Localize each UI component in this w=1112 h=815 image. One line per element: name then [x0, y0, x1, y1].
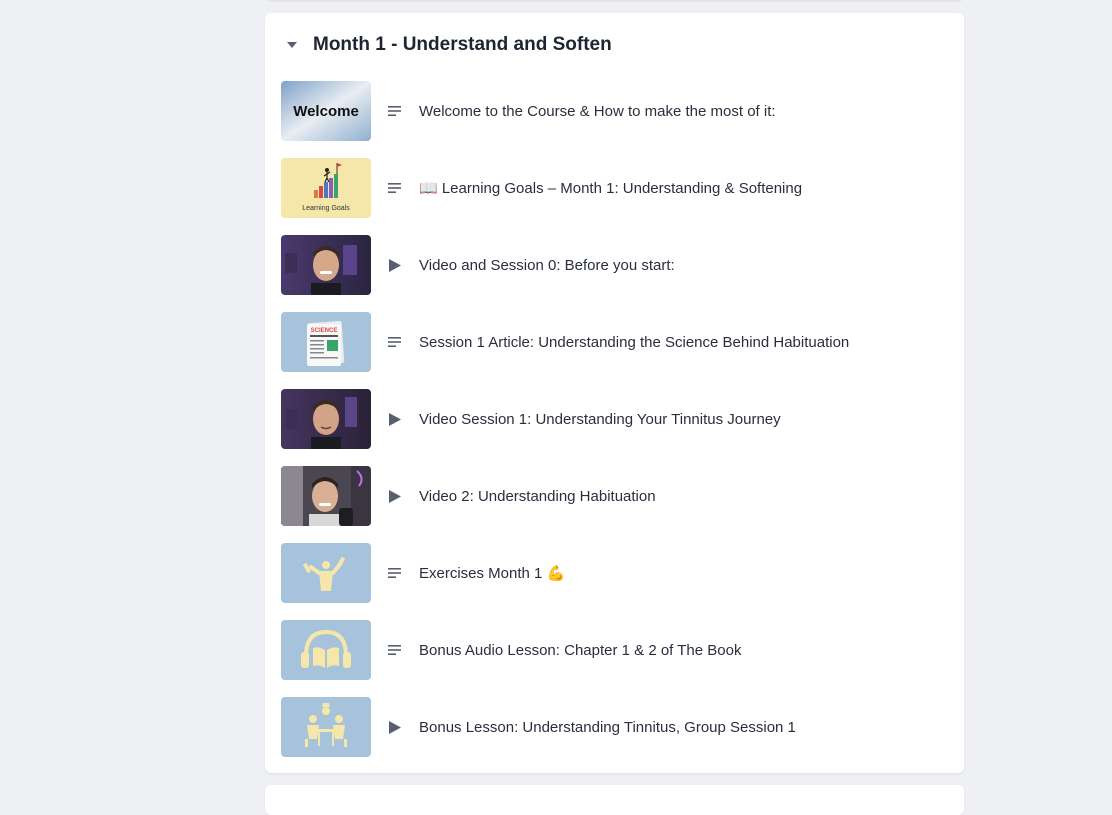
lesson-item-exercises[interactable]: Exercises Month 1 💪 [281, 543, 951, 603]
lesson-title: Video 2: Understanding Habituation [419, 487, 656, 505]
lesson-item-welcome[interactable]: Welcome Welcome to the Course & How to m… [281, 81, 951, 141]
thumbnail-learning-goals: Learning Goals [281, 158, 371, 218]
thumbnail-headphones-book [281, 620, 371, 680]
next-section-card [265, 785, 964, 815]
lesson-title: Video Session 1: Understanding Your Tinn… [419, 410, 781, 428]
lesson-list: Welcome Welcome to the Course & How to m… [281, 81, 951, 774]
lesson-item-video-session-0[interactable]: Video and Session 0: Before you start: [281, 235, 951, 295]
play-icon [387, 257, 403, 273]
play-icon [387, 719, 403, 735]
text-lesson-icon [387, 103, 403, 119]
caret-down-icon[interactable] [285, 38, 299, 52]
text-lesson-icon [387, 180, 403, 196]
lesson-title: 📖 Learning Goals – Month 1: Understandin… [419, 180, 803, 197]
play-icon [387, 488, 403, 504]
lesson-title: Exercises Month 1 💪 [419, 565, 566, 582]
text-lesson-icon [387, 565, 403, 581]
section-title: Month 1 - Understand and Soften [313, 34, 612, 55]
lesson-item-science-article[interactable]: SCIENCE Session 1 Article: Understanding… [281, 312, 951, 372]
lesson-title: Welcome to the Course & How to make the … [419, 102, 776, 120]
lesson-item-video-session-1[interactable]: Video Session 1: Understanding Your Tinn… [281, 389, 951, 449]
lesson-title: Bonus Audio Lesson: Chapter 1 & 2 of The… [419, 641, 742, 659]
thumbnail-dumbbell-person [281, 543, 371, 603]
thumbnail-group-table [281, 697, 371, 757]
text-lesson-icon [387, 334, 403, 350]
lesson-item-learning-goals[interactable]: Learning Goals 📖 Learning Goals – Month … [281, 158, 951, 218]
thumbnail-presenter-photo [281, 235, 371, 295]
thumbnail-newspaper: SCIENCE [281, 312, 371, 372]
thumbnail-welcome: Welcome [281, 81, 371, 141]
text-lesson-icon [387, 642, 403, 658]
thumbnail-welcome-text: Welcome [293, 103, 359, 120]
lesson-item-bonus-audio[interactable]: Bonus Audio Lesson: Chapter 1 & 2 of The… [281, 620, 951, 680]
lesson-item-video-2[interactable]: Video 2: Understanding Habituation [281, 466, 951, 526]
lesson-item-bonus-group-session[interactable]: Bonus Lesson: Understanding Tinnitus, Gr… [281, 697, 951, 757]
thumbnail-newspaper-text: SCIENCE [311, 328, 338, 334]
section-card-month-1: Month 1 - Understand and Soften Welcome [265, 13, 964, 773]
play-icon [387, 411, 403, 427]
lesson-title: Session 1 Article: Understanding the Sci… [419, 333, 850, 351]
thumbnail-learning-goals-text: Learning Goals [302, 205, 350, 212]
lesson-title: Video and Session 0: Before you start: [419, 256, 675, 274]
thumbnail-presenter-photo [281, 389, 371, 449]
thumbnail-presenter-photo [281, 466, 371, 526]
lesson-title: Bonus Lesson: Understanding Tinnitus, Gr… [419, 718, 796, 736]
section-header[interactable]: Month 1 - Understand and Soften [285, 29, 612, 61]
